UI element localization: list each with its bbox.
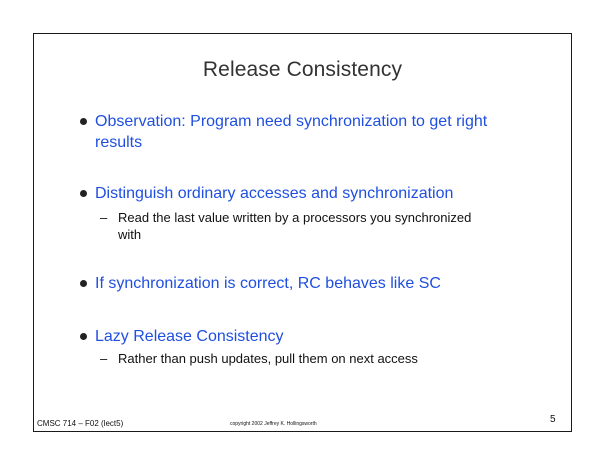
footer-copyright: copyright 2002 Jeffrey K. Hollingsworth — [230, 421, 317, 427]
bullet-dot-icon — [80, 333, 87, 340]
bullet-text: Distinguish ordinary accesses and synchr… — [95, 185, 454, 202]
footer-course: CMSC 714 – F02 (lect5) — [37, 419, 124, 428]
sub-bullet-text: Read the last value written by a process… — [118, 210, 472, 242]
bullet-dot-icon — [80, 118, 87, 125]
dash-icon: – — [100, 210, 108, 225]
bullet-text: If synchronization is correct, RC behave… — [95, 275, 441, 292]
dash-icon: – — [100, 351, 108, 366]
sub-bullet-text: Rather than push updates, pull them on n… — [118, 351, 418, 366]
bullet-dot-icon — [80, 280, 87, 287]
page-number: 5 — [550, 414, 556, 425]
slide-title: Release Consistency — [202, 58, 403, 81]
bullet-text: Lazy Release Consistency — [95, 328, 284, 345]
bullet-text: Observation: Program need synchronizatio… — [95, 113, 488, 151]
bullet-dot-icon — [80, 190, 87, 197]
